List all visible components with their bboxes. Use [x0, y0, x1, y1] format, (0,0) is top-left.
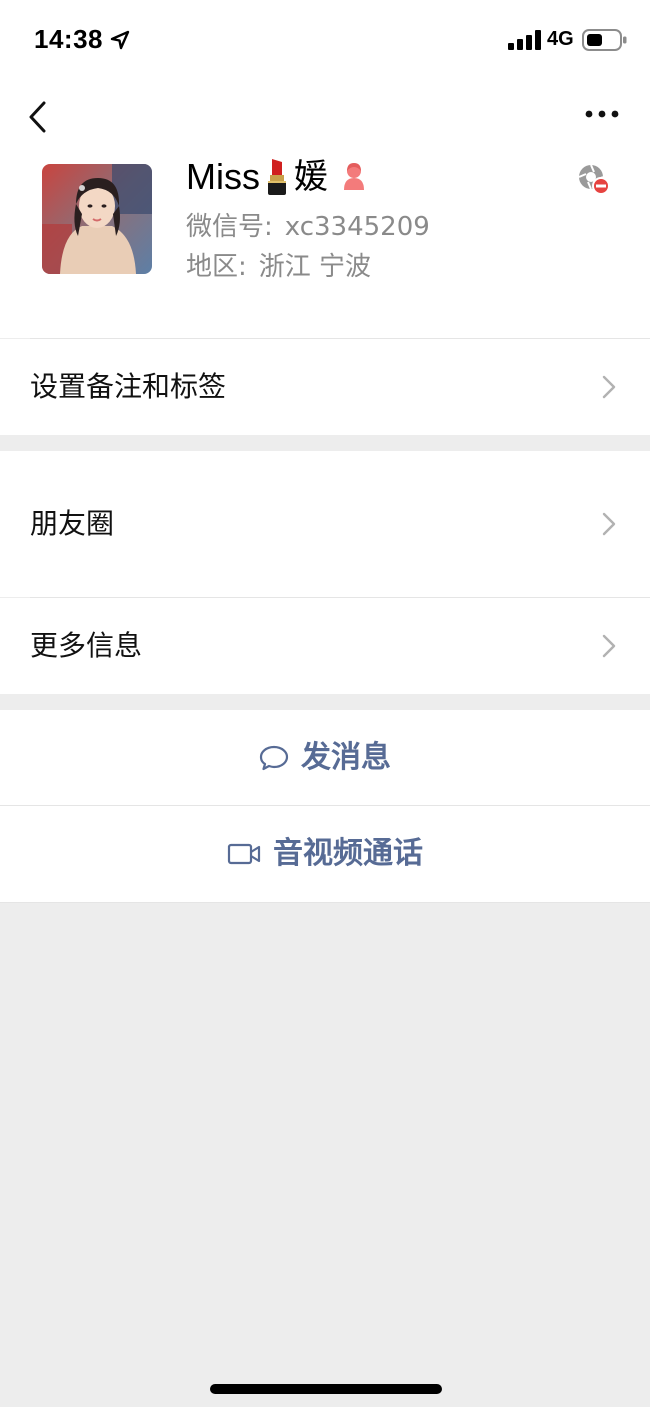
chevron-right-icon: [602, 512, 616, 536]
profile-name-row: Miss 媛: [186, 154, 368, 200]
wechat-id-line: 微信号: xc3345209: [186, 210, 430, 244]
lipstick-icon: [268, 159, 286, 195]
chevron-left-icon[interactable]: [26, 100, 50, 134]
cell-more-info[interactable]: 更多信息: [0, 598, 650, 694]
chevron-right-icon: [602, 375, 616, 399]
video-call-label: 音视频通话: [273, 836, 423, 871]
cell-remark-label: 设置备注和标签: [30, 370, 227, 403]
home-indicator[interactable]: [210, 1384, 442, 1394]
signal-bars-icon: [508, 30, 541, 50]
send-message-button[interactable]: 发消息: [0, 710, 650, 805]
chat-bubble-icon: [259, 745, 289, 770]
cell-moments[interactable]: 朋友圈: [0, 451, 650, 597]
battery-icon: [582, 29, 627, 51]
status-time: 14:38: [34, 24, 103, 54]
cell-remark-tags[interactable]: 设置备注和标签: [0, 339, 650, 435]
status-bar: 14:38 4G: [0, 0, 650, 80]
region-label: 地区:: [186, 252, 247, 282]
female-icon: [344, 163, 364, 190]
chevron-right-icon: [602, 634, 616, 658]
profile-name-suffix: 媛: [294, 157, 328, 197]
blocked-moments-icon: [578, 164, 610, 195]
video-camera-icon: [227, 843, 261, 865]
video-call-button[interactable]: 音视频通话: [0, 806, 650, 902]
region-line: 地区: 浙江 宁波: [186, 250, 371, 284]
actions-divider: [0, 805, 650, 806]
profile-header: Miss 媛 微信号: xc3345209 地区: 浙江 宁波: [0, 80, 650, 338]
profile-name: Miss: [186, 156, 260, 197]
cell-more-info-label: 更多信息: [30, 629, 143, 662]
network-type: 4G: [547, 28, 574, 50]
send-message-label: 发消息: [301, 739, 391, 775]
bottom-divider: [0, 902, 650, 903]
wechat-id-label: 微信号:: [186, 212, 273, 242]
moments-divider: [30, 597, 650, 598]
cell-moments-label: 朋友圈: [30, 507, 115, 540]
ellipsis-icon[interactable]: [585, 108, 619, 120]
wechat-id-value: xc3345209: [284, 212, 430, 242]
avatar-image: [42, 164, 152, 274]
screen: 14:38 4G Miss 媛 微信号: xc3345209 地区: 浙江 宁波…: [0, 0, 650, 1407]
location-arrow-icon: [110, 30, 130, 50]
region-value: 浙江 宁波: [258, 252, 372, 282]
avatar[interactable]: [42, 164, 152, 274]
